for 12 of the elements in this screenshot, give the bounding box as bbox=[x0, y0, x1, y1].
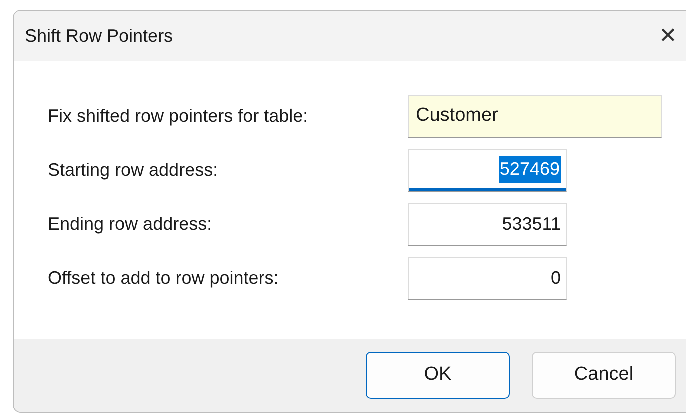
close-button[interactable]: ✕ bbox=[659, 25, 677, 47]
number-field[interactable]: 0 bbox=[408, 257, 567, 300]
field-label: Starting row address: bbox=[48, 159, 220, 182]
number-field[interactable]: 533511 bbox=[408, 203, 567, 246]
field-label: Fix shifted row pointers for table: bbox=[48, 105, 310, 128]
window-title: Shift Row Pointers bbox=[25, 24, 174, 48]
field-label: Offset to add to row pointers: bbox=[48, 267, 280, 290]
field-label: Ending row address: bbox=[48, 213, 214, 236]
table-name-field[interactable]: Customer bbox=[408, 95, 662, 138]
dialog-button[interactable]: Cancel bbox=[532, 352, 676, 399]
number-field[interactable]: 527469 bbox=[408, 149, 567, 192]
dialog-button[interactable]: OK bbox=[366, 352, 510, 399]
